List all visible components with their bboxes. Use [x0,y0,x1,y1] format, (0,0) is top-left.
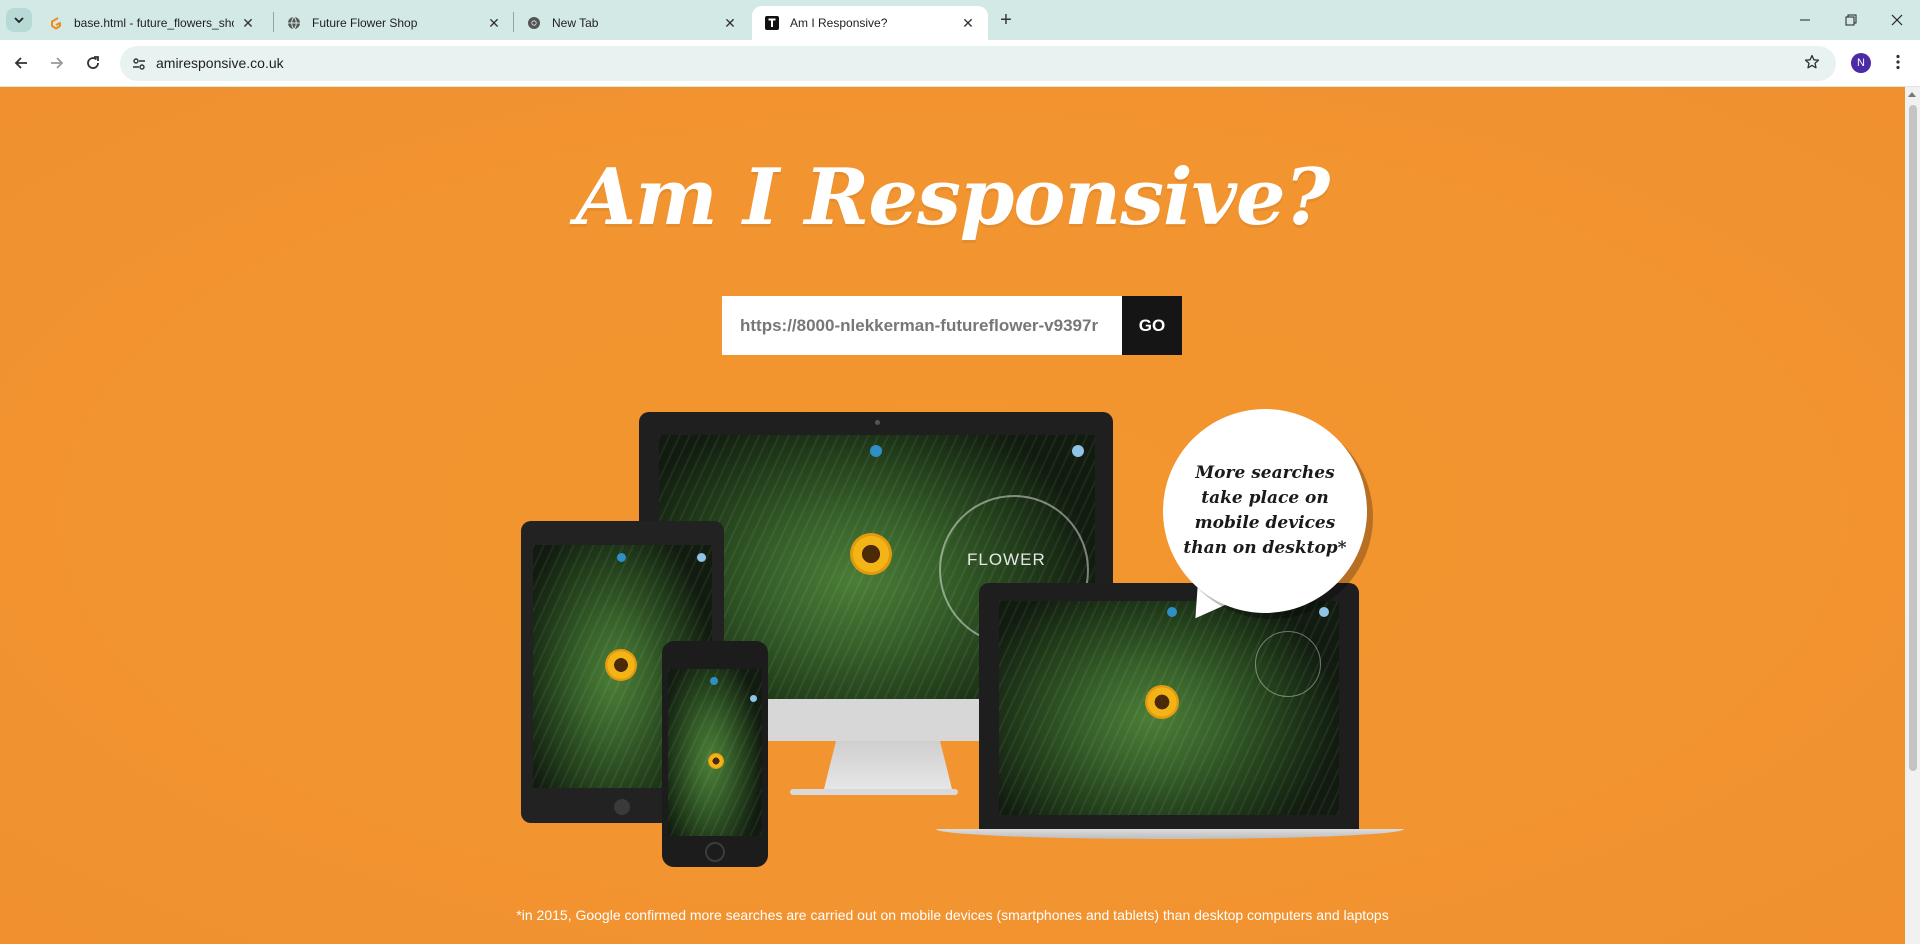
logo-ring [1255,631,1321,697]
close-icon[interactable]: ✕ [240,15,256,31]
close-icon[interactable]: ✕ [960,15,976,31]
browser-menu-button[interactable] [1886,50,1910,74]
tab-base-html[interactable]: base.html - future_flowers_shop ✕ [36,6,268,40]
globe-icon [286,15,302,31]
tab-search-button[interactable] [6,8,32,32]
screen-brand-text: FLOWER [967,550,1046,569]
window-close-button[interactable] [1874,0,1920,40]
footnote: *in 2015, Google confirmed more searches… [516,907,1389,923]
url-input[interactable] [722,296,1122,355]
laptop-base [936,829,1404,839]
restore-button[interactable] [1828,0,1874,40]
responsive-t-icon [764,15,780,31]
user-icon [1319,607,1329,617]
chevron-down-icon [14,17,24,24]
scroll-up-icon[interactable] [1908,92,1916,97]
restore-icon [1845,14,1857,26]
scrollbar-thumb[interactable] [1909,105,1917,771]
plus-icon: + [1000,8,1012,31]
tab-title: Am I Responsive? [790,16,888,30]
new-tab-button[interactable]: + [994,8,1018,32]
search-icon [617,553,626,562]
page-scrollbar[interactable] [1905,87,1920,944]
address-text: amiresponsive.co.uk [156,55,284,71]
user-icon [697,553,706,562]
sunflower-image [1145,685,1179,719]
phone-device [662,641,768,867]
phone-screen-preview [668,669,762,836]
sunflower-image [708,753,724,769]
page-content: Am I Responsive? GO FLOWER [0,87,1905,944]
profile-avatar[interactable]: N [1851,53,1871,73]
chrome-icon [526,15,542,31]
home-button [614,799,630,815]
close-icon [1891,14,1903,26]
url-form: GO [722,296,1182,355]
tab-strip: base.html - future_flowers_shop ✕ Future… [0,0,1920,40]
search-icon [710,677,718,685]
bubble-text: More searches take place on mobile devic… [1183,463,1347,558]
address-bar[interactable]: amiresponsive.co.uk [120,46,1836,81]
monitor-base [790,789,958,795]
laptop-screen-preview [999,601,1339,815]
minimize-icon [1800,19,1810,21]
bookmark-button[interactable] [1800,50,1824,74]
browser-toolbar: amiresponsive.co.uk N [0,40,1920,87]
star-icon [1804,54,1820,69]
speech-bubble: More searches take place on mobile devic… [1163,409,1367,613]
search-icon [870,445,882,457]
forward-button[interactable] [42,48,72,78]
arrow-right-icon [51,57,64,69]
monitor-stand [823,741,953,793]
sunflower-image [605,649,637,681]
tab-title: New Tab [552,16,599,30]
user-icon [750,695,757,702]
sunflower-image [850,533,892,575]
webcam-dot [875,420,880,425]
reload-icon [87,56,99,69]
laptop-device [979,583,1359,829]
tab-new-tab[interactable]: New Tab ✕ [514,6,750,40]
minimize-button[interactable] [1782,0,1828,40]
tab-title: Future Flower Shop [312,16,418,30]
close-icon[interactable]: ✕ [486,15,502,31]
home-button [705,842,725,862]
back-button[interactable] [6,48,36,78]
gitpod-icon [48,15,64,31]
site-info-icon[interactable] [130,55,148,73]
more-vertical-icon [1896,54,1900,70]
page-title: Am I Responsive? [575,152,1331,243]
tab-future-flower-shop[interactable]: Future Flower Shop ✕ [274,6,514,40]
leaf-background-image [668,669,762,836]
arrow-left-icon [14,57,27,69]
close-icon[interactable]: ✕ [722,15,738,31]
search-icon [1167,607,1177,617]
go-button[interactable]: GO [1122,296,1182,355]
leaf-background-image [999,601,1339,815]
tab-title: base.html - future_flowers_shop [74,16,234,30]
reload-button[interactable] [78,48,108,78]
user-icon [1072,445,1084,457]
tab-am-i-responsive[interactable]: Am I Responsive? ✕ [752,6,988,40]
